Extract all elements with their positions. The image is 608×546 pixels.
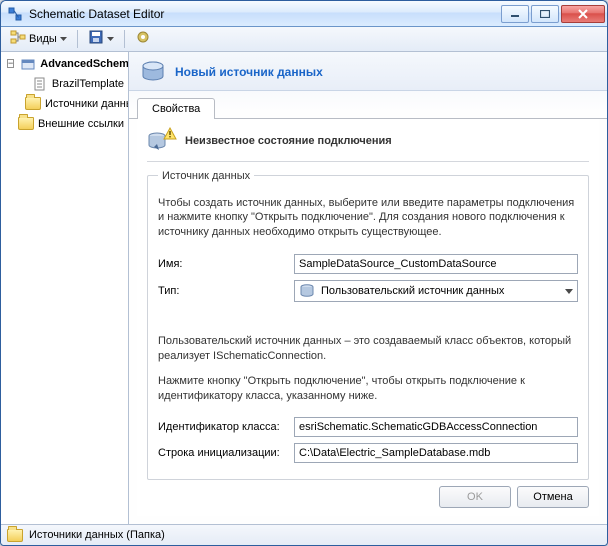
titlebar[interactable]: Schematic Dataset Editor <box>1 1 607 27</box>
type-label: Тип: <box>158 285 286 297</box>
views-label: Виды <box>29 33 57 45</box>
action-button[interactable] <box>130 28 156 50</box>
button-label: Отмена <box>533 491 572 503</box>
ok-button[interactable]: OK <box>439 486 511 508</box>
sidebar[interactable]: − AdvancedSchematic BrazilTemplate Источ… <box>1 52 129 525</box>
window-controls <box>501 5 605 23</box>
folder-icon <box>18 116 34 132</box>
folder-icon <box>7 527 23 543</box>
custom-desc: Пользовательский источник данных – это с… <box>158 334 578 364</box>
button-label: OK <box>467 491 483 503</box>
body: − AdvancedSchematic BrazilTemplate Источ… <box>1 52 607 525</box>
row-type: Тип: Пользовательский источник данных <box>158 280 578 302</box>
chevron-down-icon <box>107 37 114 41</box>
connection-status: Неизвестное состояние подключения <box>147 129 589 162</box>
statusbar-text: Источники данных (Папка) <box>29 529 165 541</box>
tree-item-root[interactable]: − AdvancedSchematic <box>1 54 128 74</box>
row-init: Строка инициализации: <box>158 443 578 463</box>
init-label: Строка инициализации: <box>158 447 286 459</box>
tree-item-template[interactable]: BrazilTemplate <box>1 74 128 94</box>
tab-row: Свойства <box>129 97 607 119</box>
panel-header: Новый источник данных <box>129 52 607 91</box>
minimize-button[interactable] <box>501 5 529 23</box>
intro-text: Чтобы создать источник данных, выберите … <box>158 196 578 241</box>
main-panel: Новый источник данных Свойства <box>129 52 607 525</box>
gear-icon <box>135 29 151 48</box>
close-button[interactable] <box>561 5 605 23</box>
statusbar: Источники данных (Папка) <box>1 524 607 545</box>
tree-label: Источники данных <box>45 98 129 110</box>
tab-label: Свойства <box>152 103 200 115</box>
database-icon <box>299 283 315 299</box>
window-title: Schematic Dataset Editor <box>29 7 501 21</box>
views-menu-button[interactable]: Виды <box>5 28 72 50</box>
classid-label: Идентификатор класса: <box>158 421 286 433</box>
app-icon <box>7 6 23 22</box>
name-input[interactable] <box>294 254 578 274</box>
init-input[interactable] <box>294 443 578 463</box>
status-icon <box>147 129 175 153</box>
row-name: Имя: <box>158 254 578 274</box>
tree-label: AdvancedSchematic <box>40 58 129 70</box>
tree-item-external[interactable]: Внешние ссылки <box>1 114 128 134</box>
template-icon <box>32 76 48 92</box>
status-text: Неизвестное состояние подключения <box>185 135 392 147</box>
panel-title: Новый источник данных <box>175 65 323 79</box>
tree-label: Внешние ссылки <box>38 118 124 130</box>
dataset-icon <box>20 56 36 72</box>
group-legend: Источник данных <box>158 170 254 182</box>
separator <box>77 30 78 48</box>
tree-label: BrazilTemplate <box>52 78 124 90</box>
save-button[interactable] <box>83 28 119 50</box>
tree-item-datasources[interactable]: Источники данных <box>1 94 128 114</box>
save-icon <box>88 29 104 48</box>
datasource-group: Источник данных Чтобы создать источник д… <box>147 170 589 481</box>
toolbar: Виды <box>1 27 607 51</box>
chevron-down-icon <box>565 289 573 294</box>
tab-properties[interactable]: Свойства <box>137 98 215 119</box>
chevron-down-icon <box>60 37 67 41</box>
classid-input[interactable] <box>294 417 578 437</box>
folder-open-icon <box>25 96 41 112</box>
tab-body: Неизвестное состояние подключения Источн… <box>137 119 599 517</box>
collapse-toggle[interactable]: − <box>7 59 14 68</box>
cancel-button[interactable]: Отмена <box>517 486 589 508</box>
app-window: Schematic Dataset Editor <box>0 0 608 546</box>
datasource-icon <box>139 58 167 86</box>
type-value: Пользовательский источник данных <box>321 285 504 297</box>
row-classid: Идентификатор класса: <box>158 417 578 437</box>
button-row: OK Отмена <box>147 486 589 508</box>
type-select[interactable]: Пользовательский источник данных <box>294 280 578 302</box>
tree-icon <box>10 29 26 48</box>
separator <box>124 30 125 48</box>
open-hint: Нажмите кнопку "Открыть подключение", чт… <box>158 374 578 404</box>
maximize-button[interactable] <box>531 5 559 23</box>
name-label: Имя: <box>158 258 286 270</box>
